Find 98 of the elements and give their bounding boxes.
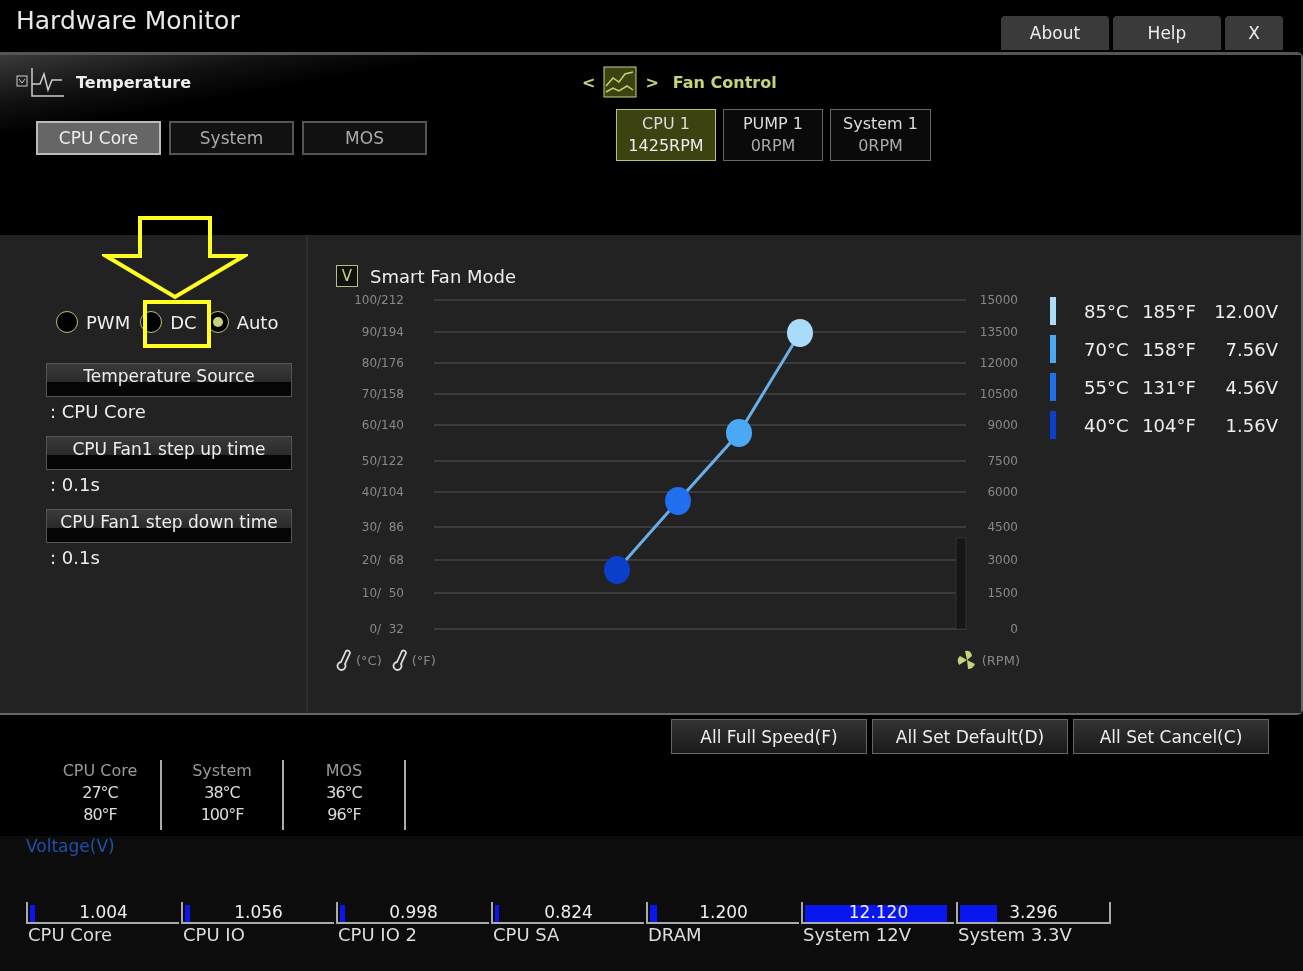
legend-fahrenheit: 185°F: [1141, 300, 1197, 322]
section-title: Voltage(V): [26, 836, 116, 858]
legend-voltage: 7.56V: [1224, 338, 1278, 360]
axis-label: 13500: [979, 325, 1018, 339]
legend-fahrenheit: 158°F: [1141, 338, 1197, 360]
thermometer-icon: [336, 649, 352, 671]
unit-label: (°F): [411, 652, 436, 668]
setting-value: : 0.1s: [50, 547, 101, 568]
sensor-name: MOS: [325, 760, 363, 782]
header-button[interactable]: Help: [1113, 16, 1221, 50]
curve-point[interactable]: [787, 319, 813, 347]
axis-label: 7500: [987, 454, 1018, 468]
axis-label: 3000: [987, 553, 1018, 567]
voltage-label: DRAM: [647, 924, 703, 945]
legend-voltage: 1.56V: [1224, 414, 1278, 436]
highlight-frame: [143, 300, 211, 348]
axis-label: 50/122: [361, 454, 404, 468]
voltage-label: CPU IO 2: [337, 924, 418, 945]
sensor-tab[interactable]: MOS: [302, 121, 427, 155]
sensor-tab[interactable]: CPU Core: [36, 121, 161, 155]
fan-tab[interactable]: System 1 0RPM: [830, 109, 931, 161]
voltage-value: 0.998: [389, 902, 438, 922]
setting-value: : 0.1s: [50, 474, 101, 495]
voltage-value: 1.056: [234, 902, 283, 922]
voltage-value: 1.200: [699, 902, 748, 922]
axis-label: 20/ 68: [361, 553, 404, 567]
sensor-name: System: [192, 760, 252, 782]
sensor-tab[interactable]: System: [169, 121, 294, 155]
smart-fan-checkbox[interactable]: V: [336, 265, 358, 287]
voltage-value: 3.296: [1009, 902, 1058, 922]
axis-label: 0/ 32: [369, 622, 404, 636]
action-button[interactable]: All Set Cancel(C): [1073, 719, 1269, 754]
section-title: Fan Control: [672, 72, 777, 92]
voltage-label: System 12V: [802, 924, 913, 945]
celsius-reading: 27°C: [82, 782, 118, 804]
axis-label: 70/158: [361, 387, 404, 401]
axis-label: 15000: [979, 293, 1018, 307]
temperature-graph-icon: [16, 66, 66, 98]
voltage-label: CPU IO: [182, 924, 246, 945]
legend-celsius: 40°C: [1084, 414, 1130, 436]
legend-celsius: 70°C: [1084, 338, 1130, 360]
fahrenheit-reading: 80°F: [83, 804, 117, 826]
window-title: Hardware Monitor: [16, 6, 240, 35]
axis-label: 30/ 86: [361, 520, 404, 534]
axis-label: 40/104: [361, 485, 404, 499]
legend-celsius: 55°C: [1084, 376, 1130, 398]
setting-button[interactable]: CPU Fan1 step up time: [46, 436, 292, 470]
action-button[interactable]: All Set Default(D): [872, 719, 1068, 754]
voltage-label: CPU Core: [27, 924, 113, 945]
axis-label: 6000: [987, 485, 1018, 499]
fahrenheit-reading: 96°F: [327, 804, 361, 826]
previous-arrow[interactable]: <: [582, 72, 596, 92]
setting-button[interactable]: Temperature Source: [46, 363, 292, 397]
voltage-label: CPU SA: [492, 924, 561, 945]
axis-label: 10500: [979, 387, 1018, 401]
action-button[interactable]: All Full Speed(F): [671, 719, 867, 754]
legend-fahrenheit: 131°F: [1141, 376, 1197, 398]
axis-label: 80/176: [361, 356, 404, 370]
section-title: Temperature: [76, 72, 192, 92]
curve-point[interactable]: [665, 487, 691, 515]
celsius-reading: 38°C: [204, 782, 240, 804]
mode-radio[interactable]: DC: [140, 311, 197, 333]
fan-chart-icon: [603, 66, 638, 98]
close-button[interactable]: X: [1225, 16, 1283, 50]
axis-label: 9000: [987, 418, 1018, 432]
axis-label: 1500: [987, 586, 1018, 600]
axis-label: 90/194: [361, 325, 404, 339]
mode-radio[interactable]: PWM: [56, 311, 131, 333]
fahrenheit-reading: 100°F: [200, 804, 244, 826]
fan-icon: [955, 650, 978, 670]
setting-button[interactable]: CPU Fan1 step down time: [46, 509, 292, 543]
sensor-name: CPU Core: [62, 760, 138, 782]
axis-label: 60/140: [361, 418, 404, 432]
axis-label: 12000: [979, 356, 1018, 370]
legend-fahrenheit: 104°F: [1141, 414, 1197, 436]
next-arrow[interactable]: >: [645, 72, 659, 92]
unit-label: (°C): [356, 652, 382, 668]
setting-value: : CPU Core: [50, 401, 147, 422]
voltage-value: 1.004: [79, 902, 128, 922]
checkbox-label: Smart Fan Mode: [370, 265, 517, 287]
fan-tab[interactable]: PUMP 1 0RPM: [723, 109, 823, 161]
mode-radio[interactable]: Auto: [206, 311, 279, 333]
curve-point[interactable]: [726, 419, 752, 447]
axis-label: 0: [1010, 622, 1018, 636]
voltage-label: System 3.3V: [957, 924, 1073, 945]
header-button[interactable]: About: [1001, 16, 1109, 50]
axis-label: 4500: [987, 520, 1018, 534]
legend-voltage: 4.56V: [1224, 376, 1278, 398]
celsius-reading: 36°C: [326, 782, 362, 804]
voltage-value: 12.120: [848, 902, 909, 922]
voltage-value: 0.824: [544, 902, 593, 922]
fan-tab[interactable]: CPU 1 1425RPM: [616, 109, 716, 161]
legend-celsius: 85°C: [1084, 300, 1130, 322]
unit-label: (RPM): [981, 652, 1020, 668]
legend-voltage: 12.00V: [1213, 300, 1278, 322]
thermometer-icon: [391, 649, 408, 671]
axis-label: 100/212: [354, 293, 404, 307]
axis-label: 10/ 50: [361, 586, 404, 600]
